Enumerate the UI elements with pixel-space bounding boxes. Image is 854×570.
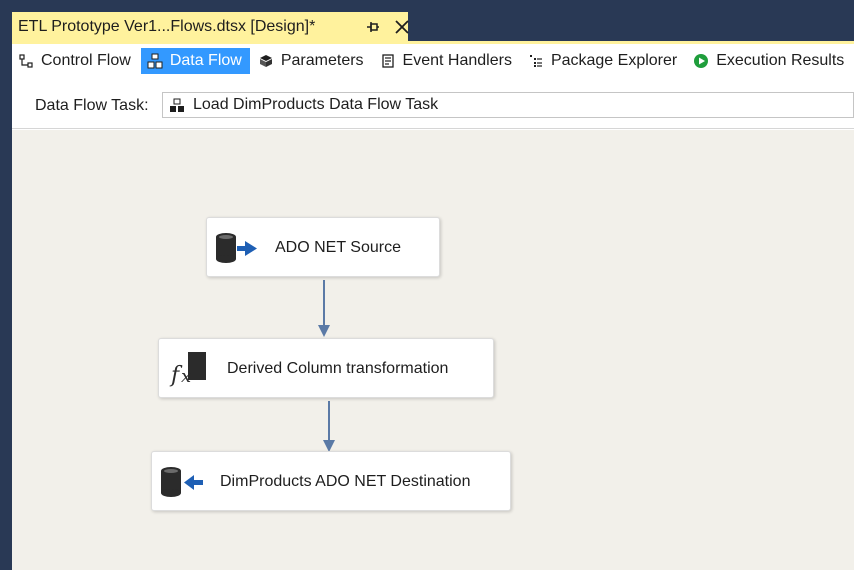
tab-label: Control Flow: [41, 52, 131, 69]
divider: [12, 128, 854, 129]
parameters-icon: [258, 53, 274, 69]
window-frame: [0, 0, 12, 570]
close-icon[interactable]: [392, 17, 412, 37]
data-flow-icon: [147, 53, 163, 69]
tab-parameters[interactable]: Parameters: [252, 48, 372, 74]
tab-control-flow[interactable]: Control Flow: [12, 48, 139, 74]
data-path-derived-to-destination[interactable]: [323, 401, 335, 452]
pin-icon[interactable]: [364, 18, 382, 36]
tab-label: Parameters: [280, 52, 364, 69]
data-flow-canvas[interactable]: ADO NET Source f x Derived Column transf…: [12, 130, 854, 570]
data-flow-task-value: Load DimProducts Data Flow Task: [193, 96, 439, 113]
tab-label: Event Handlers: [402, 52, 512, 69]
data-path-source-to-derived[interactable]: [318, 280, 330, 337]
document-tab[interactable]: ETL Prototype Ver1...Flows.dtsx [Design]…: [12, 12, 409, 41]
derived-column-icon: f x: [167, 351, 209, 387]
event-handlers-icon: [380, 53, 396, 69]
tab-package-explorer[interactable]: Package Explorer: [522, 48, 685, 74]
designer-tab-bar: Control Flow Data Flow Parameters Event …: [12, 46, 854, 76]
package-designer: Control Flow Data Flow Parameters Event …: [12, 44, 854, 570]
tab-label: Package Explorer: [550, 52, 678, 69]
ado-net-destination-component[interactable]: DimProducts ADO NET Destination: [151, 451, 511, 511]
tab-data-flow[interactable]: Data Flow: [140, 48, 250, 74]
data-flow-task-dropdown[interactable]: Load DimProducts Data Flow Task: [162, 92, 854, 118]
ado-net-destination-icon: [160, 466, 206, 498]
ado-net-source-icon: [215, 232, 261, 264]
tab-execution-results[interactable]: Execution Results: [687, 48, 852, 74]
component-label: ADO NET Source: [275, 239, 401, 256]
data-flow-task-label: Data Flow Task:: [35, 97, 149, 114]
component-label: Derived Column transformation: [227, 360, 449, 377]
component-label: DimProducts ADO NET Destination: [220, 473, 471, 490]
derived-column-component[interactable]: f x Derived Column transformation: [158, 338, 494, 398]
data-flow-task-row: Data Flow Task: Load DimProducts Data Fl…: [12, 90, 854, 120]
ado-net-source-component[interactable]: ADO NET Source: [206, 217, 440, 277]
control-flow-icon: [18, 53, 34, 69]
data-flow-task-icon: [169, 97, 185, 113]
tab-label: Execution Results: [716, 52, 845, 69]
tab-event-handlers[interactable]: Event Handlers: [374, 48, 520, 74]
package-explorer-icon: [528, 53, 544, 69]
execution-results-icon: [693, 53, 709, 69]
document-tab-title: ETL Prototype Ver1...Flows.dtsx [Design]…: [18, 17, 316, 35]
tab-label: Data Flow: [169, 52, 242, 69]
svg-text:x: x: [181, 366, 191, 387]
